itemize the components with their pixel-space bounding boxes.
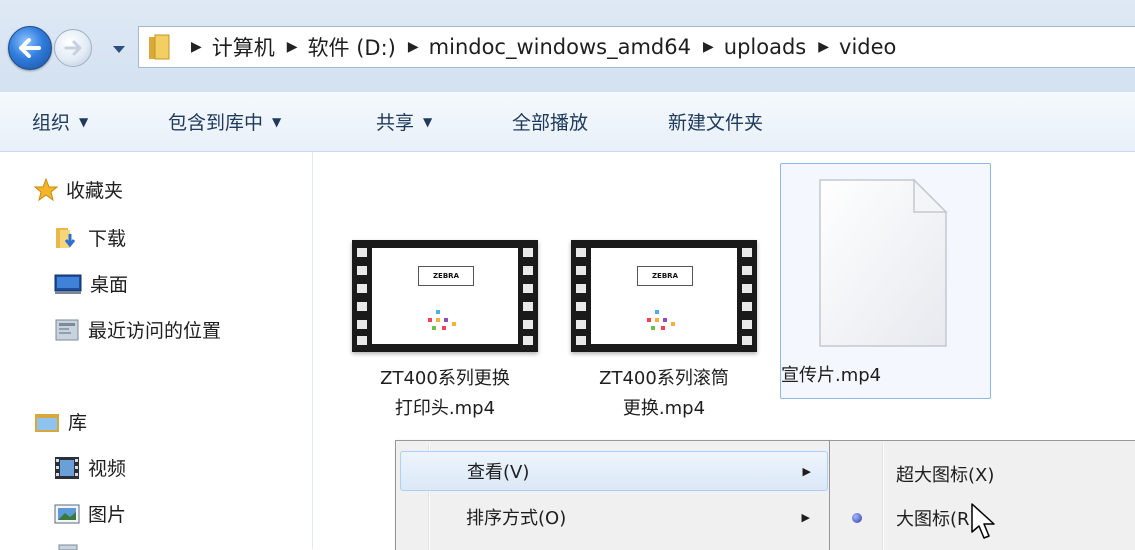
submenu-item-extra-large-icons[interactable]: 超大图标(X) (830, 453, 1135, 495)
file-item[interactable]: ZEBRA ZT400系列滚筒 更换.mp4 (571, 240, 757, 424)
file-name: ZT400系列更换 打印头.mp4 (352, 364, 538, 424)
nav-item-documents-partial[interactable] (58, 544, 88, 550)
context-menu: 查看(V) ▶ 排序方式(O) ▶ (395, 440, 831, 550)
back-arrow-icon (19, 38, 41, 58)
library-icon (34, 411, 60, 433)
play-all-label: 全部播放 (512, 112, 589, 134)
radio-bullet-icon (852, 513, 862, 523)
breadcrumb-mindoc[interactable]: mindoc_windows_amd64 (429, 35, 691, 59)
nav-item-downloads[interactable]: 下载 (54, 224, 126, 251)
play-all-button[interactable]: 全部播放 (512, 92, 588, 151)
file-item[interactable]: ZEBRA ZT400系列更换 打印头.mp4 (352, 240, 538, 424)
breadcrumb-uploads[interactable]: uploads (724, 35, 806, 59)
file-name-line1: ZT400系列更换 (380, 368, 510, 389)
blank-document-icon (818, 178, 948, 352)
share-button[interactable]: 共享 ▼ (376, 92, 432, 151)
nav-label: 下载 (88, 228, 127, 250)
address-field[interactable]: ▶ 计算机 ▶ 软件 (D:) ▶ mindoc_windows_amd64 ▶… (138, 26, 1135, 68)
breadcrumb-separator-icon[interactable]: ▶ (703, 39, 714, 55)
recent-places-icon (54, 318, 80, 342)
breadcrumb-computer[interactable]: 计算机 (212, 32, 275, 62)
nav-item-videos[interactable]: 视频 (54, 454, 126, 481)
caret-down-icon: ▼ (79, 114, 89, 129)
mouse-pointer-icon (970, 502, 1000, 546)
nav-item-favorites[interactable]: 收藏夹 (34, 176, 123, 203)
nav-label: 库 (68, 412, 88, 434)
submenu-arrow-icon: ▶ (802, 464, 811, 478)
downloads-folder-icon (54, 226, 80, 250)
file-name: ZT400系列滚筒 更换.mp4 (571, 364, 757, 424)
nav-item-libraries[interactable]: 库 (34, 408, 87, 435)
breadcrumb: ▶ 计算机 ▶ 软件 (D:) ▶ mindoc_windows_amd64 ▶… (179, 27, 896, 67)
star-icon (34, 177, 58, 202)
organize-button[interactable]: 组织 ▼ (32, 92, 88, 151)
menu-item-label: 大图标(R) (896, 509, 977, 530)
caret-down-icon: ▼ (423, 114, 433, 129)
file-name-line2: 更换.mp4 (622, 398, 706, 419)
file-name-line1: ZT400系列滚筒 (599, 368, 729, 389)
desktop-icon (54, 273, 82, 295)
forward-button[interactable] (54, 29, 92, 67)
menu-item-view[interactable]: 查看(V) ▶ (400, 451, 828, 491)
breadcrumb-video[interactable]: video (839, 35, 896, 59)
navigation-pane: 收藏夹 下载 桌面 最近访问的位置 库 视频 图片 (0, 152, 313, 550)
nav-item-desktop[interactable]: 桌面 (54, 270, 128, 297)
video-thumbnail-icon: ZEBRA (571, 240, 757, 352)
include-library-label: 包含到库中 (168, 112, 264, 134)
file-name: 宣传片.mp4 (781, 365, 882, 386)
nav-label: 视频 (88, 458, 127, 480)
menu-item-label: 超大图标(X) (896, 465, 995, 486)
nav-label: 收藏夹 (66, 180, 124, 202)
menu-item-sort[interactable]: 排序方式(O) ▶ (400, 498, 826, 536)
breadcrumb-separator-icon[interactable]: ▶ (408, 39, 419, 55)
new-folder-label: 新建文件夹 (668, 112, 764, 134)
include-in-library-button[interactable]: 包含到库中 ▼ (168, 92, 281, 151)
share-label: 共享 (376, 112, 415, 134)
caret-down-icon: ▼ (272, 114, 282, 129)
back-button[interactable] (8, 26, 52, 70)
submenu-arrow-icon: ▶ (801, 510, 810, 524)
breadcrumb-drive-d[interactable]: 软件 (D:) (308, 32, 396, 62)
chevron-down-icon (113, 46, 125, 53)
nav-item-pictures[interactable]: 图片 (54, 500, 126, 527)
video-thumbnail-icon: ZEBRA (352, 240, 538, 352)
nav-item-recent-places[interactable]: 最近访问的位置 (54, 316, 221, 343)
zebra-logo: ZEBRA (418, 266, 474, 286)
documents-icon (58, 544, 80, 550)
nav-label: 图片 (88, 504, 127, 526)
zebra-logo: ZEBRA (637, 266, 693, 286)
breadcrumb-separator-icon[interactable]: ▶ (191, 39, 202, 55)
command-bar: 组织 ▼ 包含到库中 ▼ 共享 ▼ 全部播放 新建文件夹 (0, 92, 1135, 152)
forward-arrow-icon (64, 40, 82, 56)
menu-item-label: 查看(V) (467, 462, 530, 483)
breadcrumb-separator-icon[interactable]: ▶ (287, 39, 298, 55)
videos-icon (54, 456, 80, 480)
breadcrumb-separator-icon[interactable]: ▶ (818, 39, 829, 55)
organize-label: 组织 (32, 112, 71, 134)
new-folder-button[interactable]: 新建文件夹 (668, 92, 763, 151)
file-name-line2: 打印头.mp4 (394, 398, 496, 419)
address-bar-region: ▶ 计算机 ▶ 软件 (D:) ▶ mindoc_windows_amd64 ▶… (0, 0, 1135, 92)
nav-label: 最近访问的位置 (88, 320, 222, 342)
folder-icon (147, 33, 173, 65)
file-item-selected[interactable]: 宣传片.mp4 (780, 163, 991, 399)
nav-label: 桌面 (90, 274, 129, 296)
menu-item-label: 排序方式(O) (466, 508, 567, 529)
pictures-icon (54, 503, 80, 525)
recent-pages-dropdown[interactable] (112, 40, 126, 59)
